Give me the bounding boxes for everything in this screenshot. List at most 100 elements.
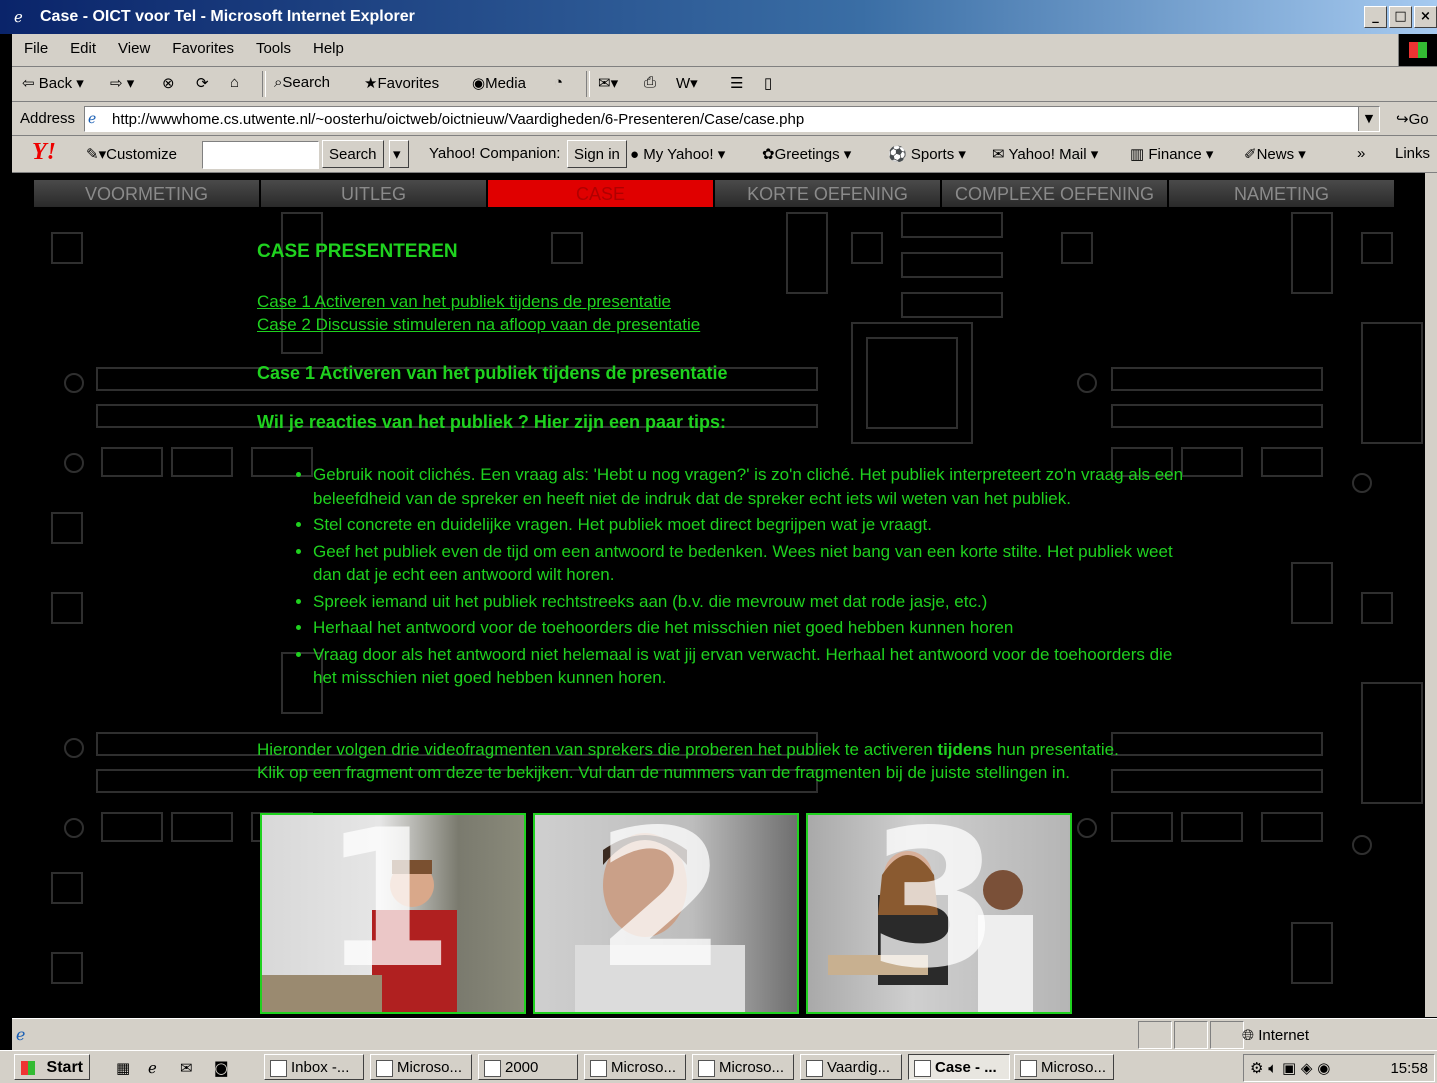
tips-list: Gebruik nooit clichés. Een vraag als: 'H… [291,463,1193,693]
home-icon[interactable]: ⌂ [230,74,239,91]
yahoo-logo-icon[interactable]: Y! [32,139,56,166]
maximize-button[interactable]: □ [1389,6,1412,28]
edit-icon[interactable]: W▾ [676,74,698,92]
yahoo-search-input[interactable] [202,141,319,169]
list-item: Herhaal het antwoord voor de toehoorders… [313,616,1193,640]
menu-view[interactable]: View [106,34,160,57]
yahoo-mail-link[interactable]: ✉ Yahoo! Mail ▾ [992,145,1098,163]
media-button[interactable]: ◉Media [472,74,526,92]
list-item: Spreek iemand uit het publiek rechtstree… [313,590,1193,614]
menu-file[interactable]: File [12,34,58,57]
my-yahoo-link[interactable]: ● My Yahoo! ▾ [630,145,725,163]
history-icon[interactable]: ◔ [554,74,563,91]
close-button[interactable]: × [1414,6,1437,28]
my-yahoo-icon: ● [630,146,640,163]
ie-icon [806,1060,823,1077]
more-chevron-icon[interactable]: » [1357,145,1365,162]
tray-icons[interactable]: ⚙ 🔈︎ ▣ ◈ ◉ [1250,1059,1330,1077]
app-icon [1020,1060,1037,1077]
title-bar: ℯ Case - OICT voor Tel - Microsoft Inter… [0,0,1437,34]
finance-link[interactable]: ▥ Finance ▾ [1130,145,1213,163]
go-button[interactable]: ↪Go [1396,110,1429,128]
finance-chart-icon: ▥ [1130,146,1145,163]
discuss-icon[interactable]: ☰ [730,74,743,92]
case-2-link[interactable]: Case 2 Discussie stimuleren na afloop va… [257,313,700,336]
address-input[interactable]: ℯ http://wwwhome.cs.utwente.nl/~oosterhu… [84,106,1380,132]
minimize-button[interactable]: _ [1364,6,1387,28]
search-dropdown-icon[interactable]: ▾ [389,140,409,168]
vertical-scrollbar[interactable] [1425,173,1437,1017]
print-icon[interactable]: ⎙ [644,74,656,91]
standard-toolbar: ⇦ Back ▾ ⇨ ▾ ⊗ ⟳ ⌂ ⌕Search ★Favorites ◉M… [12,67,1437,102]
sports-link[interactable]: ⚽ Sports ▾ [888,145,966,163]
messenger-icon[interactable]: ▯ [764,74,772,92]
sports-ball-icon: ⚽ [888,146,907,163]
app-quicklaunch-icon[interactable]: ◙ [214,1059,229,1077]
start-button[interactable]: Start [14,1054,90,1080]
refresh-icon[interactable]: ⟳ [196,74,209,92]
ie-icon: ℯ [14,8,23,26]
tab-nameting[interactable]: NAMETING [1169,180,1394,207]
address-url: http://wwwhome.cs.utwente.nl/~oosterhu/o… [112,111,805,128]
task-2000[interactable]: 2000 [478,1054,578,1080]
stop-icon[interactable]: ⊗ [162,74,175,92]
list-item: Stel concrete en duidelijke vragen. Het … [313,513,1193,537]
back-button[interactable]: ⇦ Back ▾ [22,74,84,92]
video-fragment-3[interactable]: 3 [806,813,1072,1014]
menu-favorites[interactable]: Favorites [160,34,244,57]
media-icon: ◉ [472,75,486,92]
greetings-link[interactable]: ✿Greetings ▾ [762,145,851,163]
yahoo-search-button[interactable]: Search [322,140,384,168]
menu-tools[interactable]: Tools [244,34,301,57]
folder-icon [484,1060,501,1077]
search-button[interactable]: ⌕Search [274,74,330,91]
mail-icon[interactable]: ✉▾ [598,74,618,92]
video-fragment-2[interactable]: 2 [533,813,799,1014]
task-microsoft-2[interactable]: Microso... [1014,1054,1114,1080]
taskbar: Start ▦ ℯ ✉ ◙ Inbox -... Microso... 2000… [0,1050,1437,1083]
fragment-number: 3 [868,813,1001,1010]
menu-bar: File Edit View Favorites Tools Help [12,34,1437,67]
news-link[interactable]: ✐News ▾ [1244,145,1306,163]
forward-arrow-icon: ⇨ [110,75,123,92]
windows-logo-icon [1398,34,1437,66]
menu-help[interactable]: Help [301,34,354,57]
sign-in-button[interactable]: Sign in [567,140,627,168]
tab-uitleg[interactable]: UITLEG [261,180,486,207]
video-fragment-1[interactable]: 1 [260,813,526,1014]
powerpoint-icon [698,1060,715,1077]
pencil-icon: ✎ [86,146,99,163]
customize-button[interactable]: ✎▾Customize [86,145,177,163]
go-arrow-icon: ↪ [1396,111,1409,128]
favorites-button[interactable]: ★Favorites [364,74,439,92]
links-label[interactable]: Links [1395,145,1430,162]
tab-case[interactable]: CASE [488,180,713,207]
case-heading: Case 1 Activeren van het publiek tijdens… [257,363,728,383]
tab-complexe-oefening[interactable]: COMPLEXE OEFENING [942,180,1167,207]
forward-button[interactable]: ⇨ ▾ [110,74,134,92]
task-inbox[interactable]: Inbox -... [264,1054,364,1080]
task-powerpoint[interactable]: Microso... [692,1054,794,1080]
ie-quicklaunch-icon[interactable]: ℯ [148,1059,157,1077]
companion-label: Yahoo! Companion: [429,145,561,162]
menu-edit[interactable]: Edit [58,34,106,57]
task-vaardigheden[interactable]: Vaardig... [800,1054,902,1080]
address-dropdown-icon[interactable]: ▼ [1358,107,1379,131]
news-icon: ✐ [1244,146,1257,163]
app-icon [376,1060,393,1077]
task-microsoft-1[interactable]: Microso... [370,1054,472,1080]
show-desktop-icon[interactable]: ▦ [116,1059,130,1077]
case-1-link[interactable]: Case 1 Activeren van het publiek tijdens… [257,290,700,313]
case-links: Case 1 Activeren van het publiek tijdens… [257,290,700,336]
task-word[interactable]: Microso... [584,1054,686,1080]
status-bar: ℯ 🌐︎ Internet [12,1018,1437,1051]
outlook-quicklaunch-icon[interactable]: ✉ [180,1059,193,1077]
tab-korte-oefening[interactable]: KORTE OEFENING [715,180,940,207]
outlook-icon [270,1060,287,1077]
fragment-number: 2 [595,813,728,1010]
task-case[interactable]: Case - ... [908,1054,1010,1080]
list-item: Gebruik nooit clichés. Een vraag als: 'H… [313,463,1193,510]
window-title: Case - OICT voor Tel - Microsoft Interne… [40,8,415,25]
tab-voormeting[interactable]: VOORMETING [34,180,259,207]
list-item: Geef het publiek even de tijd om een ant… [313,540,1193,587]
